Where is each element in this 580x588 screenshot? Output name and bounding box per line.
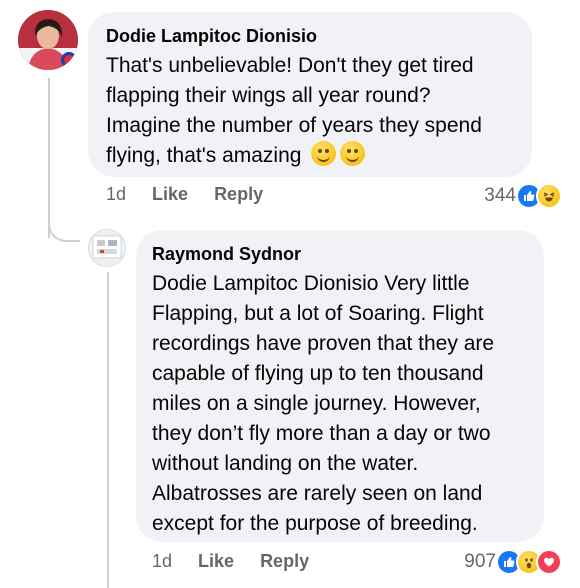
reaction-count: 344 [484,185,516,206]
reaction-summary[interactable]: 344 [484,183,562,209]
comment-line: flapping their wings all year round? [106,84,431,107]
love-reaction-icon [536,549,562,575]
comment-text: That's unbelievable! Don't they get tire… [106,51,514,171]
comment-author[interactable]: Dodie Lampitoc Dionisio [106,24,514,48]
avatar-raymond[interactable] [88,229,126,267]
reply-thread-line [107,272,109,588]
reply-bubble: Raymond Sydnor Dodie Lampitoc Dionisio V… [136,230,544,542]
comment-author[interactable]: Raymond Sydnor [152,242,528,266]
comment-line: That's unbelievable! Don't they get tire… [106,54,474,77]
comment-line: miles on a single journey. However, [152,392,481,415]
haha-reaction-icon [536,183,562,209]
reaction-summary[interactable]: 907 [464,549,562,575]
smiling-face-icon [311,141,337,166]
reply-button[interactable]: Reply [214,184,263,205]
comment-line: Albatrosses are rarely seen on land [152,482,483,505]
comment-timestamp[interactable]: 1d [106,184,126,205]
like-button[interactable]: Like [198,551,234,572]
profile-photo-icon [18,10,78,70]
reply-button[interactable]: Reply [260,551,309,572]
comment-line: Imagine the number of years they spend [106,114,482,137]
comment-bubble: Dodie Lampitoc Dionisio That's unbelieva… [88,12,532,177]
comment-line: without landing on the water. [152,452,419,475]
reply-actions: 1d Like Reply [152,551,335,572]
reaction-count: 907 [464,551,496,572]
like-button[interactable]: Like [152,184,188,205]
comment-line: flying, that's amazing [106,144,302,167]
comment-line: they don’t fly more than a day or two [152,422,491,445]
comment-line: recordings have proven that they are [152,332,495,355]
comment-actions: 1d Like Reply [106,184,289,205]
avatar-dodie[interactable] [18,10,78,70]
profile-photo-icon [89,230,125,266]
grinning-face-icon [340,141,366,166]
comment-timestamp[interactable]: 1d [152,551,172,572]
comment-line: except for the purpose of breeding. [152,512,478,535]
comment-line: Dodie Lampitoc Dionisio Very little [152,272,470,295]
comment-line: capable of flying up to ten thousand [152,362,484,385]
comment-line: Flapping, but a lot of Soaring. Flight [152,302,484,325]
reply-connector-curve [48,180,80,242]
comment-text: Dodie Lampitoc Dionisio Very little Flap… [152,269,528,539]
